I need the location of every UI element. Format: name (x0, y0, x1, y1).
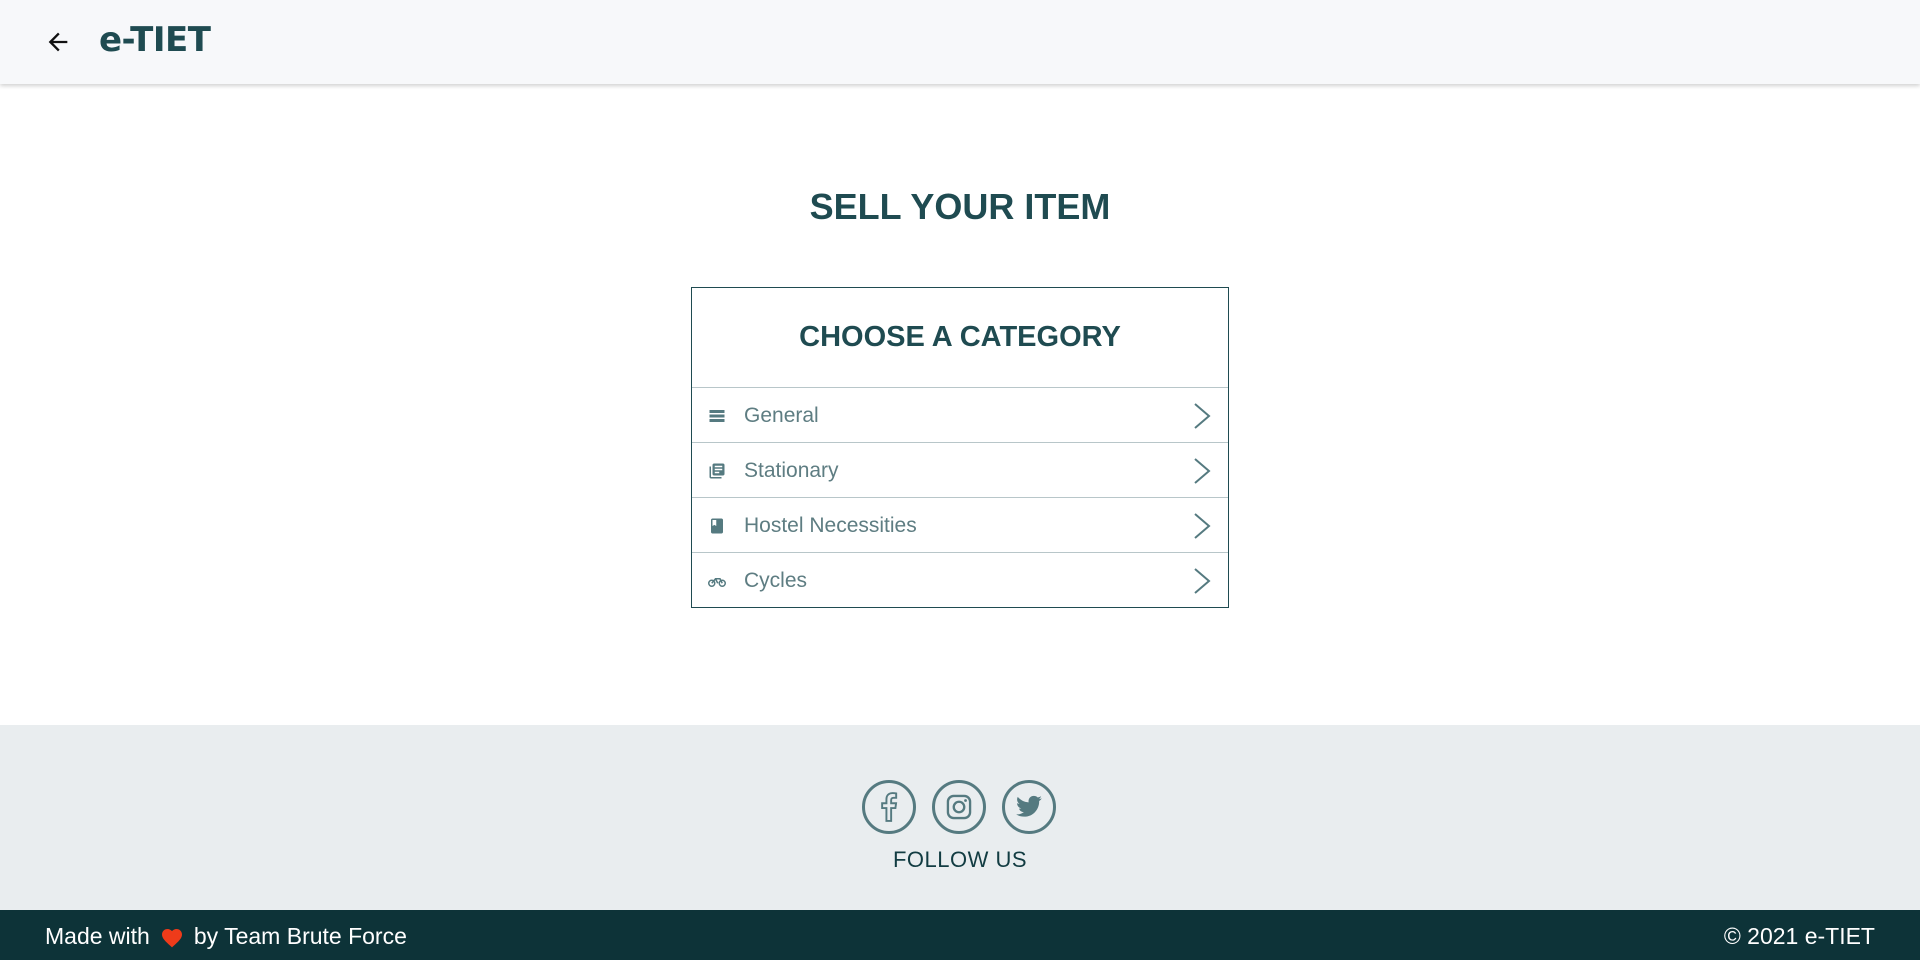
library-books-icon (708, 462, 726, 480)
card-title: CHOOSE A CATEGORY (799, 321, 1121, 353)
chevron-right-icon (1194, 458, 1211, 484)
category-item-hostel-necessities[interactable]: Hostel Necessities (692, 498, 1228, 553)
bottom-bar: Made with by Team Brute Force © 2021 e-T… (0, 910, 1920, 960)
back-button[interactable] (40, 24, 76, 60)
category-item-cycles[interactable]: Cycles (692, 553, 1228, 608)
made-with-prefix: Made with (45, 923, 150, 949)
category-label: Cycles (744, 569, 808, 592)
instagram-icon (946, 794, 972, 820)
bicycle-icon (708, 572, 726, 590)
category-item-stationary[interactable]: Stationary (692, 443, 1228, 498)
category-label: Stationary (744, 459, 839, 482)
twitter-icon (1016, 795, 1042, 817)
footer: FOLLOW US (0, 725, 1920, 910)
category-card: CHOOSE A CATEGORY General Stationary Hos… (691, 287, 1229, 608)
category-item-general[interactable]: General (692, 388, 1228, 443)
chevron-right-icon (1194, 568, 1211, 594)
follow-us-label: FOLLOW US (892, 847, 1028, 872)
storage-icon (708, 407, 726, 425)
instagram-link[interactable] (932, 780, 986, 834)
arrow-left-icon (48, 32, 68, 52)
facebook-link[interactable] (862, 780, 916, 834)
category-label: General (744, 404, 819, 427)
chevron-right-icon (1194, 513, 1211, 539)
heart-icon (161, 928, 182, 947)
app-logo-text[interactable]: e-TIET (99, 20, 211, 60)
chevron-right-icon (1194, 403, 1211, 429)
page-title: SELL YOUR ITEM (809, 186, 1111, 227)
card-header: CHOOSE A CATEGORY (692, 288, 1228, 388)
twitter-link[interactable] (1002, 780, 1056, 834)
book-icon (708, 517, 726, 535)
category-label: Hostel Necessities (744, 514, 917, 537)
facebook-icon (881, 792, 898, 822)
copyright: © 2021 e-TIET (1723, 923, 1875, 949)
made-with-credit: Made with by Team Brute Force (45, 923, 407, 950)
made-with-suffix: by Team Brute Force (193, 923, 407, 949)
top-app-bar: e-TIET (0, 0, 1920, 84)
